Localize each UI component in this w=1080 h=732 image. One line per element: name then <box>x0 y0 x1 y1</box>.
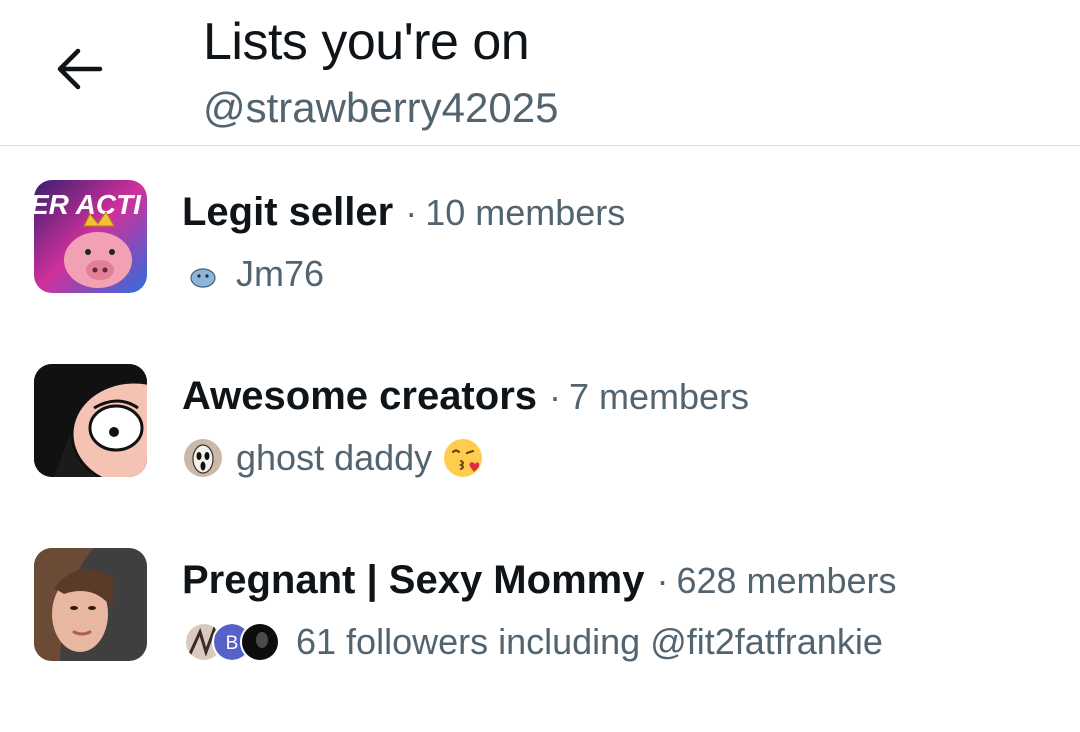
list-followers-row: B 61 followers including @fit2fatfrankie <box>184 620 883 664</box>
separator-dot: · <box>656 560 669 601</box>
arrow-left-icon <box>57 48 103 90</box>
follower-avatar-letter: B <box>226 633 239 654</box>
member-count: 10 members <box>425 192 626 233</box>
member-count: 7 members <box>569 376 750 417</box>
list-thumbnail: ER ACTI <box>34 180 147 293</box>
owner-avatar <box>184 255 222 293</box>
list-title-row: Pregnant | Sexy Mommy · 628 members <box>182 558 897 603</box>
page-subtitle-username: @strawberry42025 <box>203 84 559 131</box>
list-owner-row: Jm76 <box>184 252 324 296</box>
list-title-row: Awesome creators · 7 members <box>182 374 749 419</box>
followers-summary: 61 followers including @fit2fatfrankie <box>296 621 883 662</box>
owner-avatar <box>184 439 222 477</box>
follower-avatar-stack: B <box>184 622 280 662</box>
separator-dot: · <box>549 376 561 417</box>
back-button[interactable] <box>50 44 108 94</box>
owner-name: ghost daddy <box>236 437 433 478</box>
owner-name: Jm76 <box>236 253 325 294</box>
list-name: Legit seller <box>182 190 394 234</box>
list-item[interactable]: Pregnant | Sexy Mommy · 628 members B 61… <box>0 548 1080 732</box>
follower-avatar <box>240 622 280 662</box>
list-name: Awesome creators <box>182 374 537 418</box>
list-owner-row: ghost daddy <box>184 436 484 480</box>
separator-dot: · <box>405 192 418 233</box>
face-blowing-kiss-icon <box>444 439 483 477</box>
page-title: Lists you're on <box>203 13 530 71</box>
thumbnail-text: ER ACTI <box>34 189 142 220</box>
page-header: Lists you're on @strawberry42025 <box>0 0 1080 146</box>
list-name: Pregnant | Sexy Mommy <box>182 558 645 602</box>
list-title-row: Legit seller · 10 members <box>182 190 625 235</box>
list-item[interactable]: ER ACTI Legit seller · 10 members Jm76 <box>0 180 1080 364</box>
list-thumbnail <box>34 364 147 477</box>
list-item[interactable]: Awesome creators · 7 members ghost daddy <box>0 364 1080 548</box>
list-thumbnail <box>34 548 147 661</box>
member-count: 628 members <box>676 560 897 601</box>
